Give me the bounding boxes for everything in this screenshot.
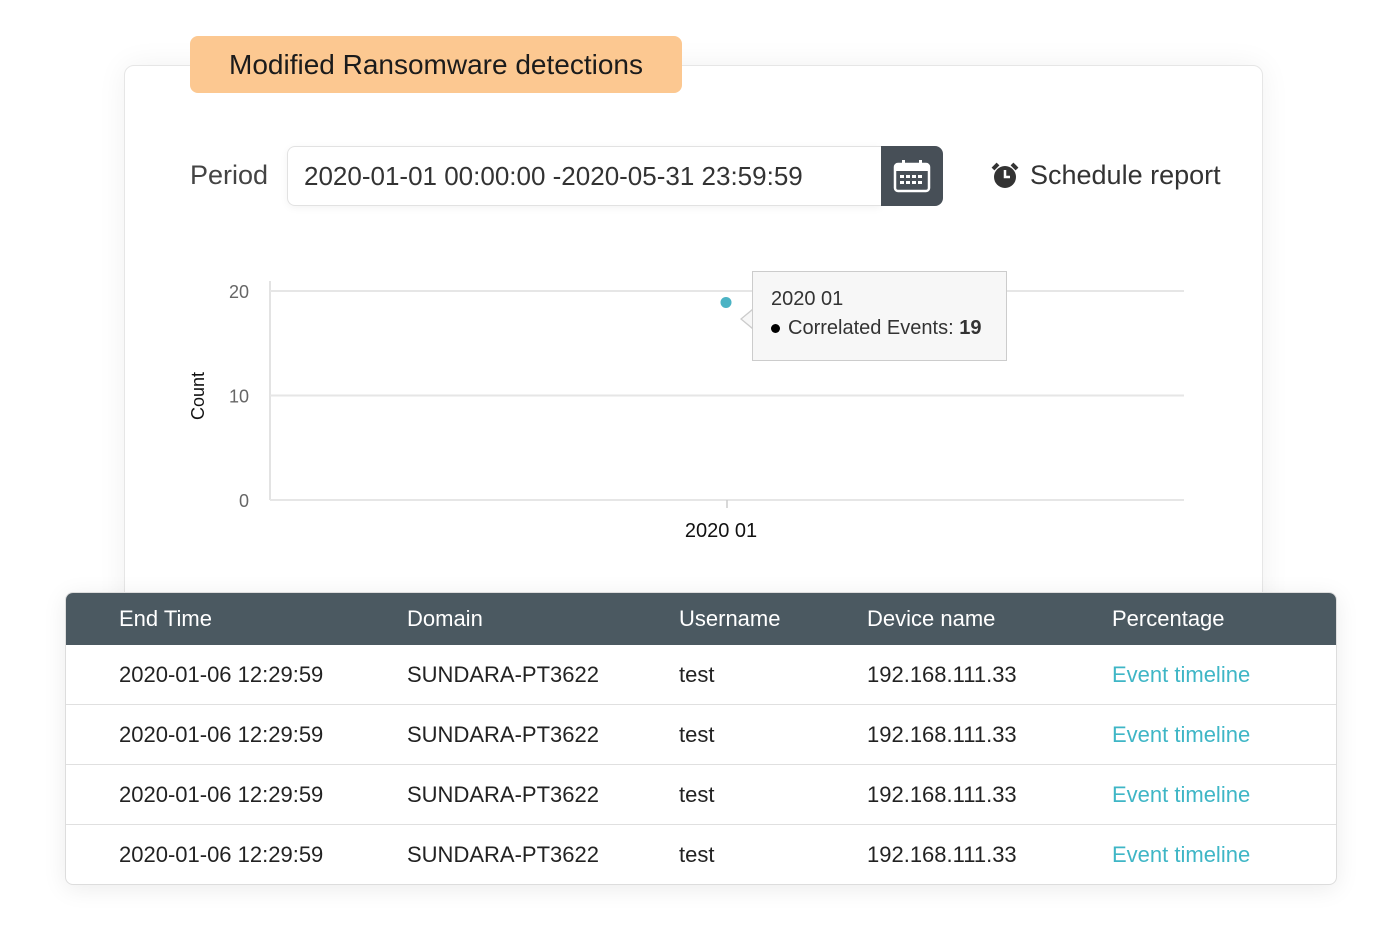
- header-device-name[interactable]: Device name: [867, 606, 995, 632]
- header-domain[interactable]: Domain: [407, 606, 483, 632]
- chart-tooltip: 2020 01 Correlated Events: 19: [752, 271, 1007, 361]
- header-username[interactable]: Username: [679, 606, 780, 632]
- end-time-cell: 2020-01-06 12:29:59: [119, 661, 324, 687]
- domain-cell: SUNDARA-PT3622: [407, 841, 599, 867]
- username-cell: test: [679, 781, 715, 807]
- y-tick-label: 0: [239, 491, 249, 511]
- event-timeline-link[interactable]: Event timeline: [1112, 842, 1250, 868]
- table-row: 2020-01-06 12:29:59 SUNDARA-PT3622 test 192…: [66, 645, 1336, 704]
- series-dot-icon: [771, 324, 780, 333]
- end-time-cell: 2020-01-06 12:29:59: [119, 781, 324, 807]
- end-time-cell: 2020-01-06 12:29:59: [119, 841, 324, 867]
- y-axis-label: Count: [188, 372, 208, 420]
- detections-table: End Time Domain Username Device name Per…: [65, 592, 1337, 885]
- event-timeline-link[interactable]: Event timeline: [1112, 722, 1250, 748]
- device-name-cell: 192.168.111.33: [867, 781, 1017, 807]
- username-cell: test: [679, 841, 715, 867]
- data-point: [720, 296, 732, 308]
- table-header: End Time Domain Username Device name Per…: [66, 593, 1336, 645]
- device-name-cell: 192.168.111.33: [867, 661, 1017, 687]
- table-row: 2020-01-06 12:29:59 SUNDARA-PT3622 test 192…: [66, 824, 1336, 884]
- x-tick-label: 2020 01: [685, 520, 757, 542]
- domain-cell: SUNDARA-PT3622: [407, 781, 599, 807]
- username-cell: test: [679, 661, 715, 687]
- tooltip-title: 2020 01: [771, 288, 844, 310]
- domain-cell: SUNDARA-PT3622: [407, 721, 599, 747]
- end-time-cell: 2020-01-06 12:29:59: [119, 721, 324, 747]
- event-timeline-link[interactable]: Event timeline: [1112, 662, 1250, 688]
- username-cell: test: [679, 721, 715, 747]
- tooltip-label: Correlated Events:: [788, 317, 954, 339]
- domain-cell: SUNDARA-PT3622: [407, 661, 599, 687]
- header-percentage[interactable]: Percentage: [1112, 606, 1225, 632]
- device-name-cell: 192.168.111.33: [867, 841, 1017, 867]
- y-tick-label: 10: [229, 387, 249, 407]
- event-timeline-link[interactable]: Event timeline: [1112, 782, 1250, 808]
- table-row: 2020-01-06 12:29:59 SUNDARA-PT3622 test 192…: [66, 704, 1336, 764]
- header-end-time[interactable]: End Time: [119, 606, 212, 632]
- y-tick-label: 20: [229, 282, 249, 302]
- device-name-cell: 192.168.111.33: [867, 721, 1017, 747]
- table-row: 2020-01-06 12:29:59 SUNDARA-PT3622 test 192…: [66, 764, 1336, 824]
- tooltip-value: 19: [959, 317, 982, 339]
